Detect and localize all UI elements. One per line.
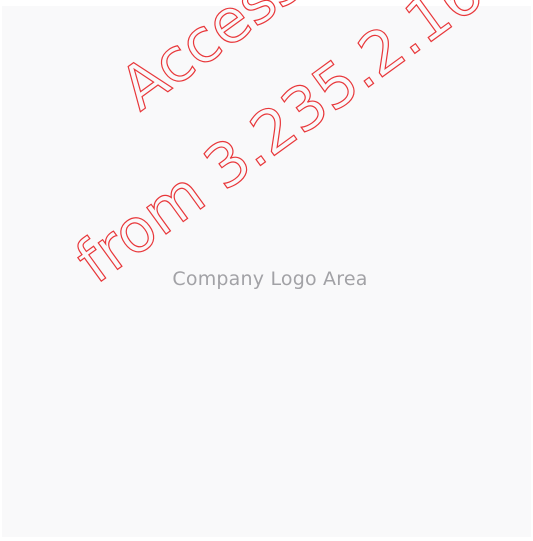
logo-placeholder-text: Company Logo Area	[172, 268, 368, 290]
company-logo-area: Company Logo Area	[2, 6, 531, 537]
page: Company Logo Area Accessed from 3.235.2.…	[0, 0, 533, 541]
